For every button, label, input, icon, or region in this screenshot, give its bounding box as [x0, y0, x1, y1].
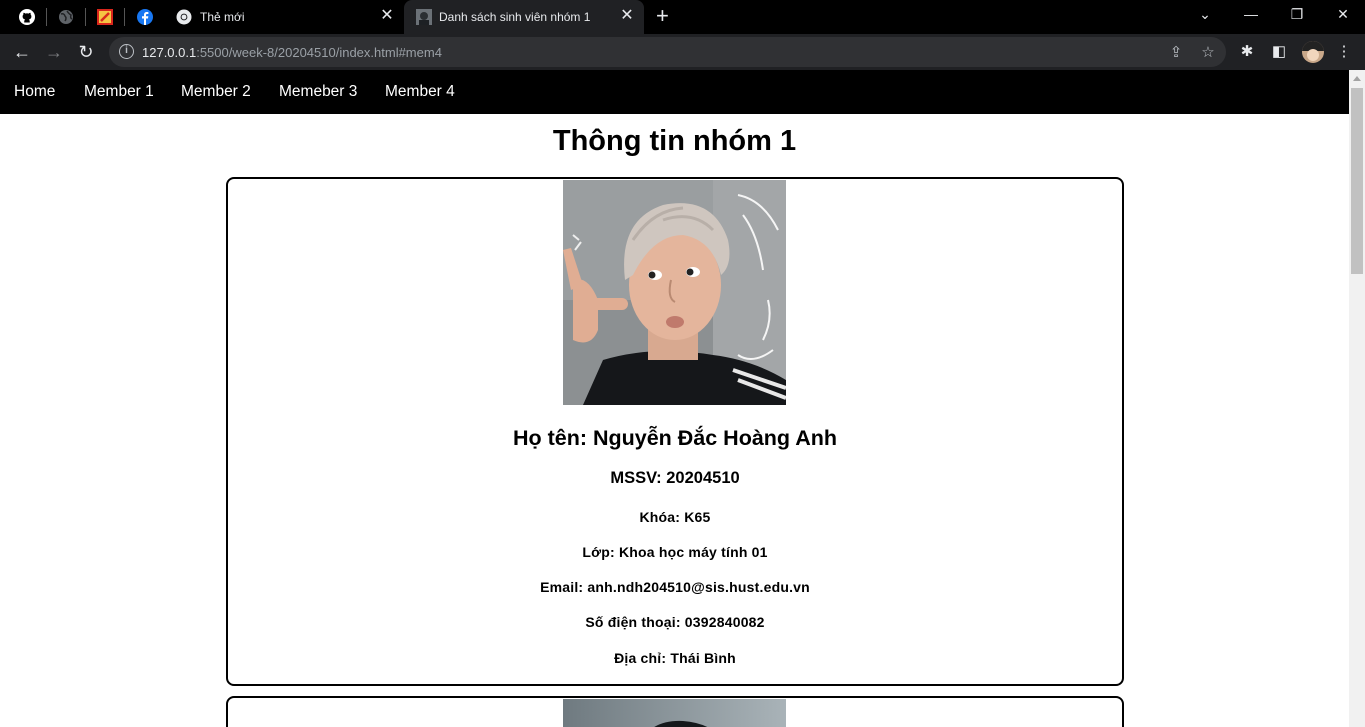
reload-icon[interactable]: ↻ — [74, 40, 98, 64]
profile-avatar[interactable] — [1302, 41, 1324, 63]
back-arrow-icon[interactable]: ← — [10, 40, 34, 64]
chrome-icon — [176, 9, 192, 25]
forward-arrow-icon[interactable]: → — [42, 40, 66, 64]
member-card: Họ tên: Nguyễn Đắc Hoàng Anh MSSV: 20204… — [226, 177, 1124, 686]
member-name: Họ tên: Nguyễn Đắc Hoàng Anh — [512, 426, 838, 450]
new-tab-button[interactable]: + — [656, 5, 669, 27]
browser-toolbar: ← → ↻ i 127.0.0.1:5500/week-8/20204510/i… — [0, 34, 1365, 70]
close-icon[interactable]: ✕ — [379, 8, 395, 24]
close-icon[interactable]: ✕ — [619, 8, 635, 24]
restore-icon[interactable]: ❐ — [1287, 6, 1307, 23]
page-scrollbar[interactable] — [1349, 70, 1365, 727]
page-viewport: Home Member 1 Member 2 Memeber 3 Member … — [0, 70, 1349, 727]
globe-icon[interactable] — [58, 9, 74, 25]
site-info-icon[interactable]: i — [119, 44, 134, 59]
member-photo — [563, 699, 786, 727]
member-phone: Số điện thoại: 0392840082 — [585, 614, 765, 630]
tab-new-tab[interactable]: Thẻ mới ✕ — [164, 0, 404, 34]
site-nav: Home Member 1 Member 2 Memeber 3 Member … — [0, 70, 1349, 114]
tab-separator — [124, 8, 125, 26]
share-icon[interactable]: ⇪ — [1167, 43, 1185, 61]
menu-kebab-icon[interactable]: ⋮ — [1334, 42, 1354, 60]
tab-search-icon[interactable]: ⌄ — [1195, 6, 1215, 23]
nav-member-2[interactable]: Member 2 — [181, 83, 251, 101]
page-title: Thông tin nhóm 1 — [552, 125, 797, 157]
member-photo — [563, 180, 786, 405]
tab-separator — [46, 8, 47, 26]
github-icon[interactable] — [19, 9, 35, 25]
scrollbar-thumb[interactable] — [1351, 88, 1363, 274]
close-window-icon[interactable]: ✕ — [1333, 6, 1353, 23]
url-text[interactable]: 127.0.0.1:5500/week-8/20204510/index.htm… — [142, 45, 442, 60]
member-khoa: Khóa: K65 — [639, 509, 711, 525]
page-favicon — [416, 9, 432, 25]
member-lop: Lớp: Khoa học máy tính 01 — [582, 544, 768, 560]
side-panel-icon[interactable]: ◧ — [1269, 42, 1289, 60]
nav-member-3[interactable]: Memeber 3 — [279, 83, 357, 101]
address-bar[interactable]: i 127.0.0.1:5500/week-8/20204510/index.h… — [109, 37, 1226, 67]
member-mssv: MSSV: 20204510 — [610, 469, 740, 487]
nav-home[interactable]: Home — [14, 83, 55, 101]
tab-title: Thẻ mới — [200, 10, 245, 24]
scroll-up-arrow-icon[interactable] — [1353, 76, 1361, 81]
tab-title: Danh sách sinh viên nhóm 1 — [439, 10, 591, 24]
tab-separator — [85, 8, 86, 26]
browser-tab-bar: Thẻ mới ✕ Danh sách sinh viên nhóm 1 ✕ +… — [0, 0, 1365, 34]
member-card — [226, 696, 1124, 727]
facebook-icon[interactable] — [137, 9, 153, 25]
tab-active[interactable]: Danh sách sinh viên nhóm 1 ✕ — [404, 0, 644, 34]
bookmark-star-icon[interactable]: ☆ — [1199, 43, 1217, 61]
bookmark-app-icon[interactable] — [97, 9, 113, 25]
member-address: Địa chỉ: Thái Bình — [614, 650, 736, 666]
minimize-icon[interactable]: — — [1241, 6, 1261, 22]
nav-member-4[interactable]: Member 4 — [385, 83, 455, 101]
nav-member-1[interactable]: Member 1 — [84, 83, 154, 101]
extensions-puzzle-icon[interactable]: ✱ — [1237, 42, 1257, 60]
member-email: Email: anh.ndh204510@sis.hust.edu.vn — [540, 579, 810, 595]
